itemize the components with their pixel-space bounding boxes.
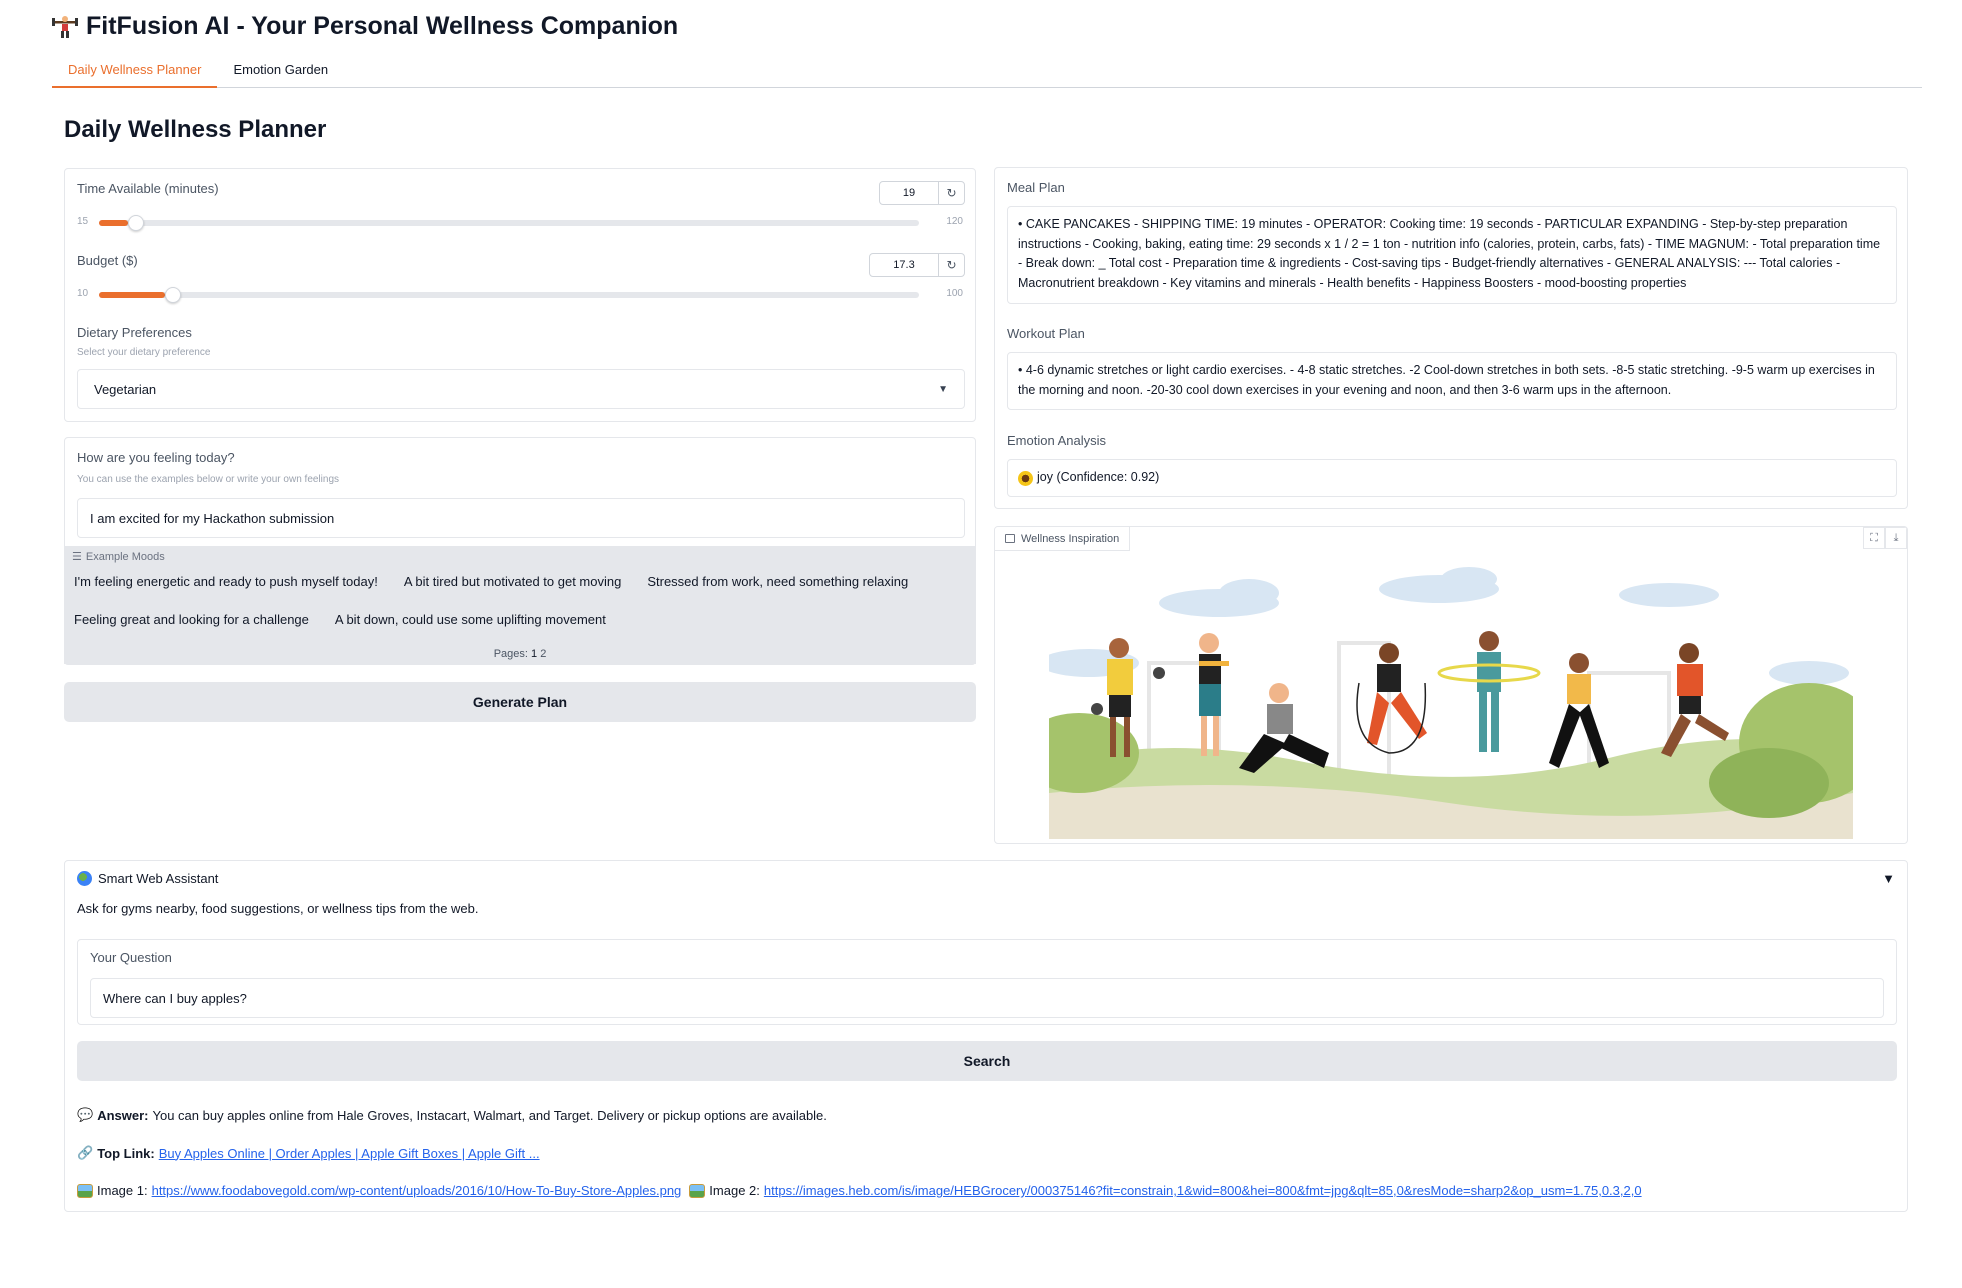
app-title-text: FitFusion AI - Your Personal Wellness Co… — [86, 11, 679, 40]
top-link-label: Top Link: — [97, 1145, 155, 1161]
tab-daily-wellness-planner[interactable]: Daily Wellness Planner — [52, 56, 218, 88]
example-moods-label: Example Moods — [85, 550, 165, 563]
example-moods: ☰ Example Moods I'm feeling energetic an… — [64, 546, 976, 664]
tab-emotion-garden[interactable]: Emotion Garden — [217, 56, 344, 88]
generate-plan-button[interactable]: Generate Plan — [64, 682, 976, 722]
wellness-inspiration-image-panel: Wellness Inspiration ⛶ ⤓ — [994, 526, 1908, 844]
time-slider-fill — [99, 220, 128, 226]
image-icon — [1005, 534, 1015, 543]
budget-max-label: 100 — [946, 288, 963, 299]
example-mood-item[interactable]: Feeling great and looking for a challeng… — [64, 605, 319, 635]
question-value[interactable]: Where can I buy apples? — [103, 991, 247, 1006]
page-title: Daily Wellness Planner — [64, 116, 327, 143]
image-label-text: Wellness Inspiration — [1021, 532, 1120, 545]
example-mood-item[interactable]: I'm feeling energetic and ready to push … — [64, 567, 388, 597]
assistant-title: Smart Web Assistant — [98, 871, 219, 886]
diet-selected: Vegetarian — [94, 381, 157, 397]
emotion-analysis-label: Emotion Analysis — [1007, 433, 1106, 448]
assistant-header[interactable]: Smart Web Assistant — [77, 871, 218, 886]
outputs-panel: Meal Plan • CAKE PANCAKES - SHIPPING TIM… — [994, 167, 1908, 509]
page-1-link[interactable]: 1 — [531, 648, 537, 660]
emotion-text: joy (Confidence: 0.92) — [1037, 470, 1160, 485]
feeling-value[interactable]: I am excited for my Hackathon submission — [90, 511, 334, 526]
image-label: Wellness Inspiration — [995, 527, 1131, 551]
top-link-line: 🔗 Top Link: Buy Apples Online | Order Ap… — [77, 1145, 540, 1161]
time-min-label: 15 — [77, 216, 89, 227]
wellness-illustration — [1049, 563, 1853, 839]
top-link[interactable]: Buy Apples Online | Order Apples | Apple… — [159, 1146, 540, 1161]
fullscreen-icon[interactable]: ⛶ — [1863, 527, 1885, 549]
question-input[interactable]: Where can I buy apples? — [90, 978, 1884, 1018]
link-icon: 🔗 — [77, 1145, 94, 1160]
time-value[interactable]: 19 — [880, 182, 938, 204]
download-icon[interactable]: ⤓ — [1885, 527, 1907, 549]
meal-plan-output: • CAKE PANCAKES - SHIPPING TIME: 19 minu… — [1007, 206, 1897, 304]
smart-web-assistant: Smart Web Assistant ▼ Ask for gyms nearb… — [64, 860, 1908, 1212]
list-icon: ☰ — [72, 551, 82, 563]
budget-number-input[interactable]: 17.3 ↻ — [869, 253, 965, 277]
reset-icon[interactable]: ↻ — [938, 182, 964, 204]
pages-label: Pages: — [493, 648, 528, 660]
search-button[interactable]: Search — [77, 1041, 1897, 1081]
picture-icon — [77, 1183, 93, 1198]
feeling-label: How are you feeling today? — [77, 450, 235, 465]
budget-slider[interactable] — [99, 287, 919, 303]
example-row-2: Feeling great and looking for a challeng… — [64, 605, 616, 635]
speech-bubble-icon: 💬 — [77, 1107, 94, 1122]
app-title: FitFusion AI - Your Personal Wellness Co… — [52, 8, 678, 44]
weightlifter-icon — [52, 13, 78, 39]
budget-min-label: 10 — [77, 288, 89, 299]
example-mood-item[interactable]: A bit down, could use some uplifting mov… — [319, 605, 616, 635]
settings-panel: Time Available (minutes) 19 ↻ 15 120 Bud… — [64, 168, 976, 422]
budget-label: Budget ($) — [77, 253, 138, 268]
tab-bar: Daily Wellness Planner Emotion Garden — [52, 56, 1922, 88]
time-max-label: 120 — [946, 216, 963, 227]
example-mood-item[interactable]: Stressed from work, need something relax… — [631, 567, 918, 597]
budget-slider-handle[interactable] — [165, 287, 181, 303]
feeling-hint: You can use the examples below or write … — [77, 474, 340, 485]
feeling-input[interactable]: I am excited for my Hackathon submission — [77, 498, 965, 538]
image-1-link[interactable]: https://www.foodabovegold.com/wp-content… — [152, 1183, 682, 1198]
reset-icon[interactable]: ↻ — [938, 254, 964, 276]
time-slider-handle[interactable] — [128, 215, 144, 231]
example-moods-header: ☰ Example Moods — [72, 550, 165, 564]
page-2-link[interactable]: 2 — [540, 648, 546, 660]
answer-label: Answer: — [97, 1107, 149, 1123]
diet-dropdown[interactable]: Vegetarian ▼ — [77, 369, 965, 409]
diet-hint: Select your dietary preference — [77, 347, 211, 358]
chevron-down-icon: ▼ — [938, 383, 948, 395]
time-slider[interactable] — [99, 215, 919, 231]
answer-line: 💬 Answer: You can buy apples online from… — [77, 1107, 827, 1123]
image-2-link[interactable]: https://images.heb.com/is/image/HEBGroce… — [764, 1183, 1642, 1198]
workout-plan-output: • 4-6 dynamic stretches or light cardio … — [1007, 352, 1897, 410]
time-number-input[interactable]: 19 ↻ — [879, 181, 965, 205]
example-row-1: I'm feeling energetic and ready to push … — [64, 567, 918, 597]
meal-plan-label: Meal Plan — [1007, 180, 1065, 195]
image-1-label: Image 1: — [97, 1183, 148, 1198]
emotion-analysis-output: joy (Confidence: 0.92) — [1007, 459, 1897, 497]
picture-icon — [689, 1183, 706, 1198]
sunflower-icon — [1018, 470, 1033, 486]
example-mood-item[interactable]: A bit tired but motivated to get moving — [388, 567, 632, 597]
budget-slider-fill — [99, 292, 165, 298]
workout-plan-label: Workout Plan — [1007, 326, 1085, 341]
budget-value[interactable]: 17.3 — [870, 254, 938, 276]
collapse-icon[interactable]: ▼ — [1882, 871, 1895, 886]
time-label: Time Available (minutes) — [77, 181, 219, 196]
answer-text: You can buy apples online from Hale Grov… — [152, 1107, 827, 1123]
images-line: Image 1: https://www.foodabovegold.com/w… — [77, 1183, 1642, 1198]
diet-label: Dietary Preferences — [77, 325, 192, 340]
question-label: Your Question — [90, 950, 172, 965]
globe-icon — [77, 871, 92, 886]
image-2-label: Image 2: — [709, 1183, 760, 1198]
question-panel: Your Question Where can I buy apples? — [77, 939, 1897, 1025]
assistant-description: Ask for gyms nearby, food suggestions, o… — [77, 901, 479, 916]
pagination: Pages: 1 2 — [64, 648, 976, 660]
